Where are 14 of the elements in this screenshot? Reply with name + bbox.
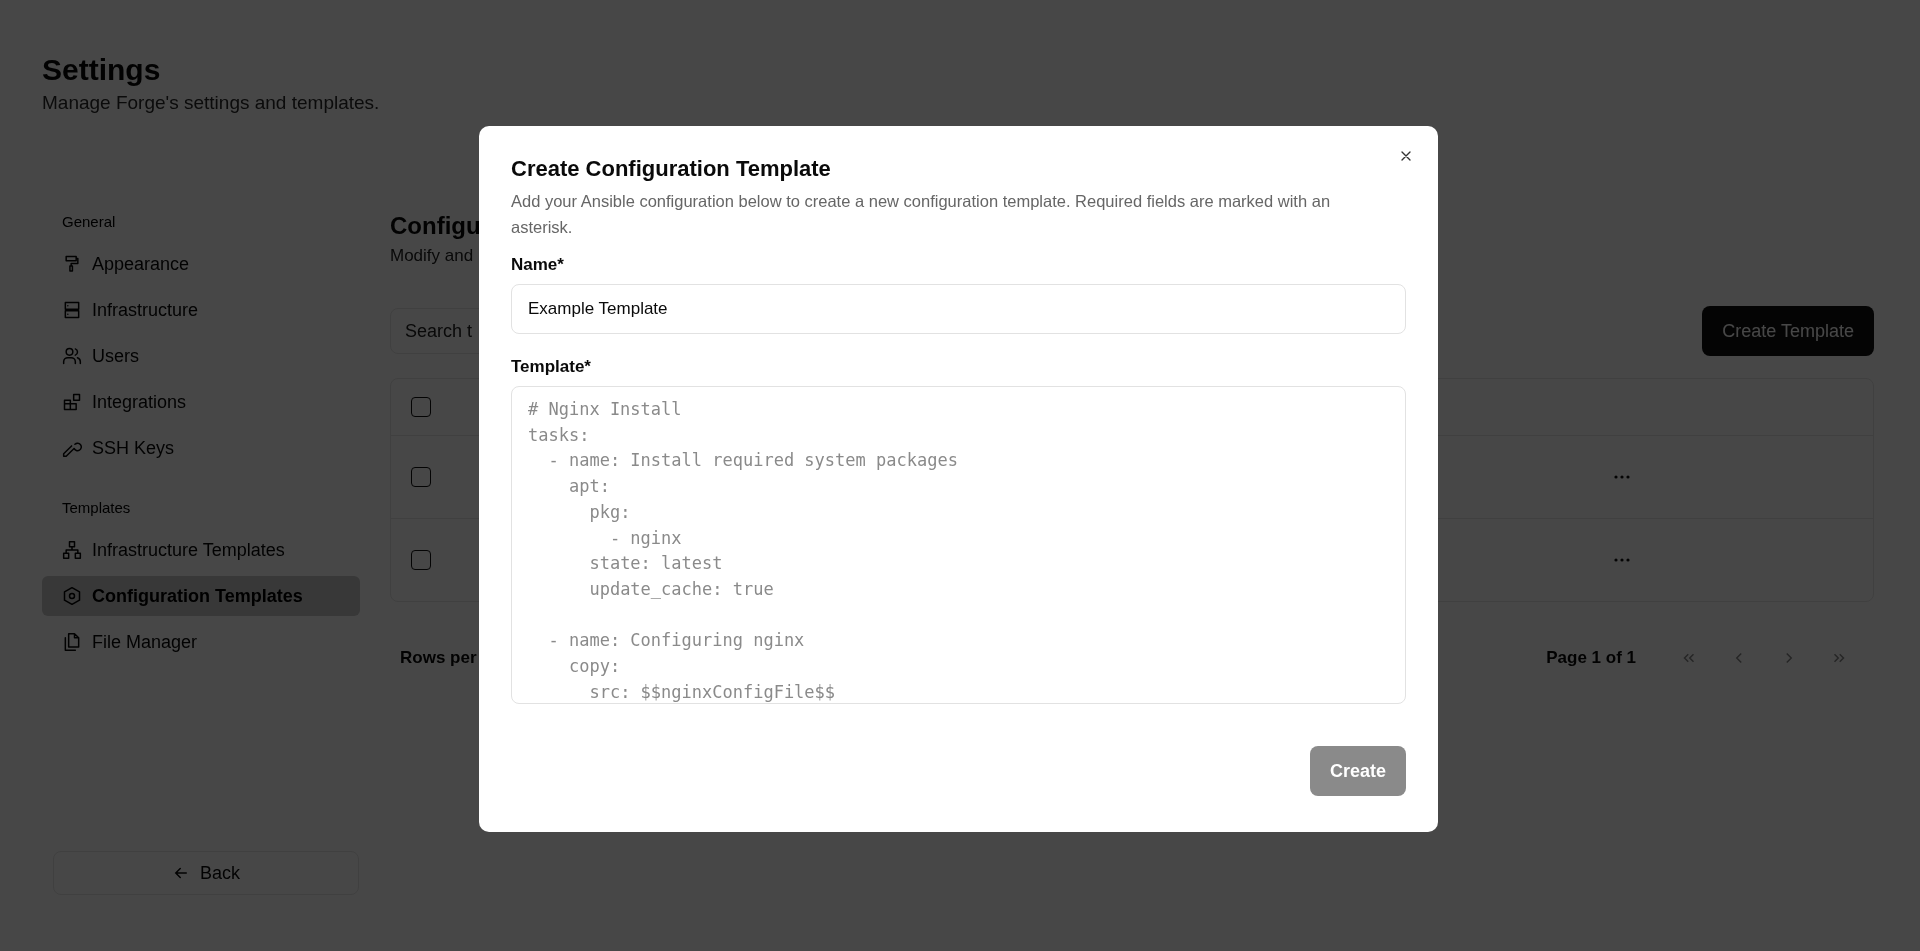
section-title: Configu	[390, 211, 481, 241]
dialog-title: Create Configuration Template	[511, 155, 832, 183]
name-field[interactable]: Example Template	[511, 284, 1406, 334]
field-label: Name*	[511, 254, 565, 276]
page-subtitle: Manage Forge's settings and templates.	[42, 92, 381, 114]
dialog-description: Add your Ansible configuration below to create a new configuration template. Required fields are marked with an asterisk.	[511, 191, 1332, 238]
page-title: Settings	[42, 52, 162, 88]
rows-per-page-label: Rows per	[400, 648, 477, 668]
page-info: Page 1 of 1	[1546, 648, 1636, 668]
section-label: General	[61, 212, 117, 232]
template-field[interactable]: # Nginx Install tasks: - name: Install required system packages apt: pkg: - nginx state: latest update_cache: true - name: Configuring nginx copy: src: $$nginxConfigFile$$	[511, 386, 1406, 704]
field-label: Template*	[511, 356, 592, 378]
section-subtitle: Modify and	[390, 246, 474, 266]
section-label: Templates	[61, 498, 132, 518]
